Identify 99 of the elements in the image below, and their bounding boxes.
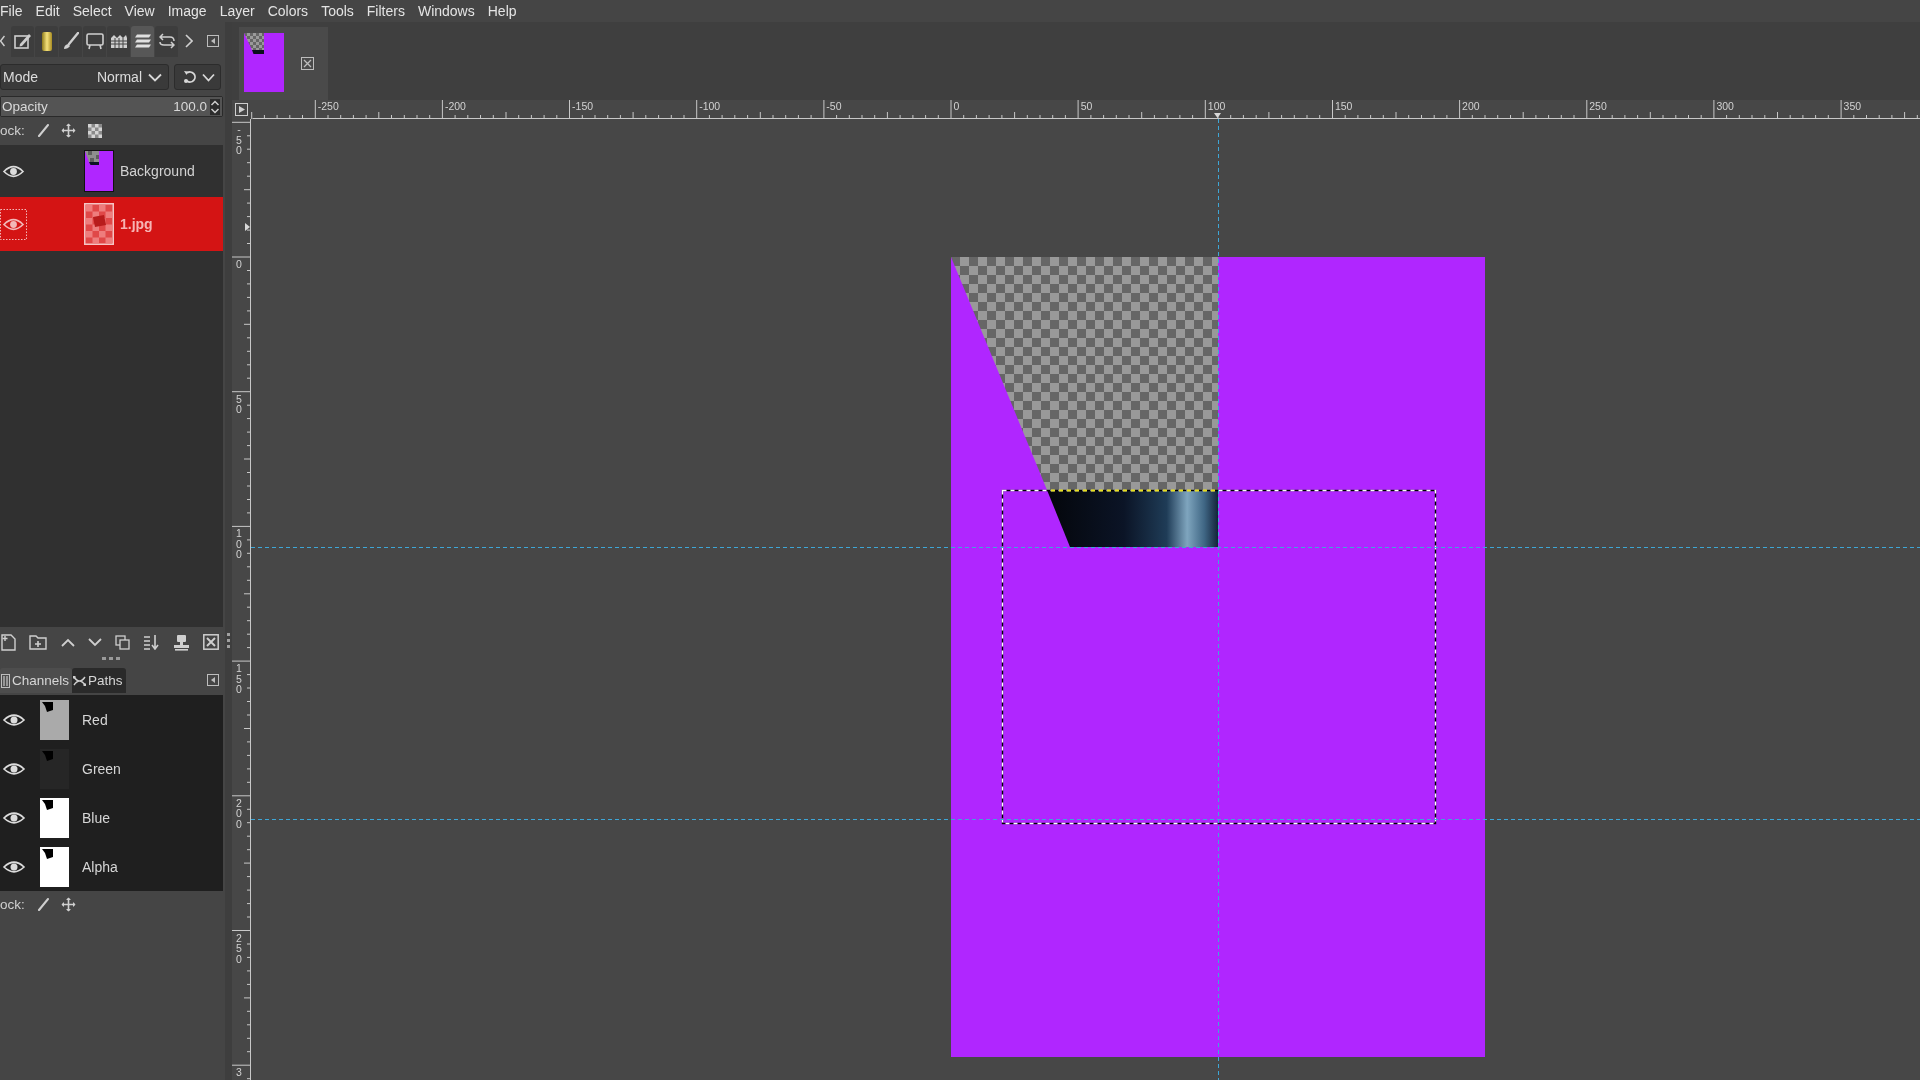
ruler-label: -150 <box>572 100 594 112</box>
ruler-label: 150 <box>1334 100 1353 112</box>
pencil-icon[interactable] <box>37 897 49 912</box>
ruler-label: 200 <box>1462 100 1480 112</box>
circular-arrow-icon <box>183 70 197 84</box>
ruler-label: 350 <box>1843 100 1862 112</box>
picture-pencil-icon <box>13 32 32 50</box>
ruler-label: -100 <box>699 100 721 112</box>
ruler-label: 0 <box>236 258 242 270</box>
close-icon[interactable] <box>202 634 219 650</box>
channel-name: Alpha <box>82 858 118 875</box>
stamp-icon[interactable] <box>172 633 190 651</box>
lock-label: ock: <box>0 897 26 912</box>
eye-icon[interactable] <box>3 810 25 825</box>
columns-icon <box>1 673 10 688</box>
move-arrows-icon[interactable] <box>61 897 76 912</box>
dock-tab[interactable] <box>83 25 106 57</box>
position-marker-icon <box>245 223 250 231</box>
panel-tab[interactable]: Channels <box>0 668 73 693</box>
menu-item[interactable]: Select <box>72 2 112 20</box>
channel-name: Green <box>82 760 121 777</box>
panel-menu-icon[interactable] <box>207 674 219 686</box>
ruler-label: -250 <box>317 100 339 112</box>
chevron-up-icon[interactable] <box>60 637 75 647</box>
chevron-down-icon[interactable] <box>87 637 102 647</box>
layer-name: 1.jpg <box>120 216 153 232</box>
panel-menu-icon[interactable] <box>207 35 219 47</box>
page-plus-icon[interactable] <box>1 633 16 651</box>
layer-thumbnail <box>84 203 114 245</box>
menu-item[interactable]: Edit <box>35 2 60 20</box>
layers-icon <box>133 32 152 50</box>
ruler-label: -200 <box>444 100 466 112</box>
image-thumbnail <box>244 33 284 92</box>
dock-tab[interactable] <box>107 25 130 57</box>
lock-label: ock: <box>0 123 26 138</box>
swap-arrows-icon <box>158 33 175 49</box>
menu-item[interactable]: Windows <box>417 2 475 20</box>
move-arrows-icon[interactable] <box>61 123 76 138</box>
chevron-left-icon[interactable] <box>0 35 5 47</box>
close-icon[interactable] <box>301 57 314 70</box>
chevron-down-icon <box>202 72 215 82</box>
guide-line[interactable] <box>251 819 1920 820</box>
spin-arrows-icon[interactable] <box>210 98 220 115</box>
grip-icon[interactable] <box>227 633 230 648</box>
dock-tab[interactable] <box>59 25 82 57</box>
ruler-label: 50 <box>236 392 242 416</box>
guide-line[interactable] <box>1218 119 1219 1080</box>
ruler-label: 150 <box>236 662 242 696</box>
path-icon <box>73 675 87 686</box>
layer-row[interactable]: Background <box>0 145 223 197</box>
panel-tab[interactable]: Paths <box>72 668 126 693</box>
ruler-label: 300 <box>1716 100 1734 112</box>
opacity-slider[interactable]: Opacity 100.0 <box>0 96 223 117</box>
pattern-icon <box>109 33 128 49</box>
dock-tab[interactable] <box>131 25 154 57</box>
ruler-label: -50 <box>826 100 842 112</box>
menu-item[interactable]: Tools <box>321 2 354 20</box>
mode-dropdown[interactable]: Mode Normal <box>0 64 169 90</box>
menu-item[interactable]: Colors <box>267 2 309 20</box>
guide-line[interactable] <box>251 547 1920 548</box>
chevron-right-icon[interactable] <box>185 34 193 48</box>
menu-item[interactable]: Help <box>487 2 517 20</box>
checkerboard-icon[interactable] <box>88 123 102 138</box>
channel-name: Red <box>82 711 108 728</box>
menu-item[interactable]: Layer <box>219 2 255 20</box>
composite-mode-dropdown[interactable] <box>174 64 221 90</box>
ruler-label: 3 <box>236 1066 242 1079</box>
image-tab[interactable] <box>239 27 328 100</box>
position-marker-icon <box>1214 113 1221 118</box>
dock-tab[interactable] <box>11 25 34 57</box>
menu-item[interactable]: View <box>124 2 155 20</box>
pencil-icon[interactable] <box>37 123 49 138</box>
monitor-icon <box>85 32 104 50</box>
eye-icon[interactable] <box>3 761 25 776</box>
ruler-label: 0 <box>953 100 960 112</box>
ruler-label: 250 <box>236 931 242 965</box>
chevron-down-icon <box>148 72 162 82</box>
menu-item[interactable]: Image <box>167 2 207 20</box>
eye-icon[interactable] <box>3 859 25 874</box>
lines-arrow-icon[interactable] <box>143 634 160 650</box>
folder-plus-icon[interactable] <box>29 634 48 650</box>
ruler-label: 200 <box>236 796 242 830</box>
gradient-swatch-icon <box>41 31 52 51</box>
ruler-label: 250 <box>1589 100 1607 112</box>
brush-icon <box>62 32 79 50</box>
ruler-label: 100 <box>236 527 242 561</box>
ruler-label: -50 <box>236 123 242 157</box>
channel-name: Blue <box>82 809 111 826</box>
overlapping-squares-icon[interactable] <box>115 634 131 650</box>
layer-name: Background <box>120 163 195 179</box>
menu-item[interactable]: File <box>0 2 23 20</box>
dock-tab[interactable] <box>155 25 178 57</box>
ruler-label: 100 <box>1207 100 1226 112</box>
eye-icon[interactable] <box>3 712 25 727</box>
ruler-label: 50 <box>1080 100 1093 112</box>
dock-tab[interactable] <box>35 25 58 57</box>
menu-item[interactable]: Filters <box>366 2 405 20</box>
layer-thumbnail <box>84 150 114 192</box>
drag-handle-icon[interactable] <box>101 657 120 661</box>
